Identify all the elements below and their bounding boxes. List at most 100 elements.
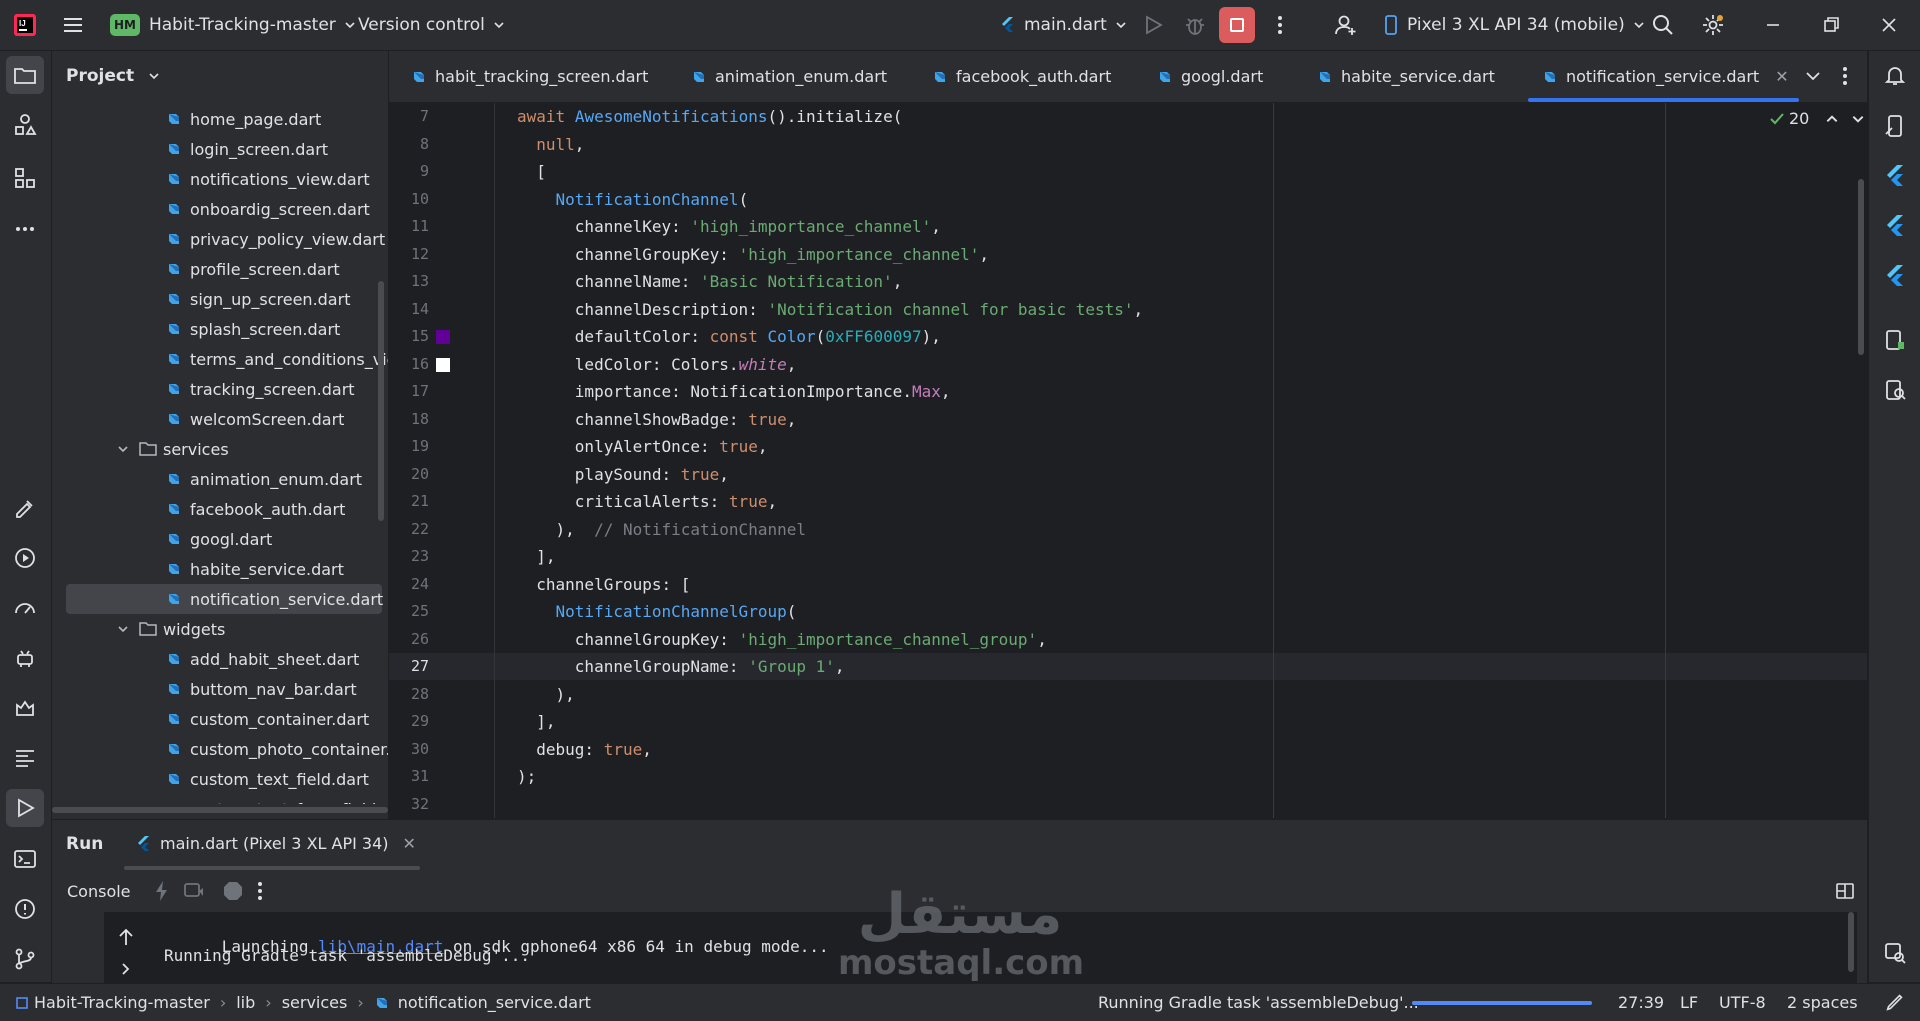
hot-restart-icon[interactable] [182, 879, 206, 903]
layout-split-icon[interactable] [1833, 879, 1857, 903]
run-tool-icon[interactable] [13, 796, 37, 820]
project-horizontal-scrollbar[interactable] [52, 805, 388, 815]
breadcrumb-lib[interactable]: lib [236, 993, 255, 1012]
tree-file[interactable]: facebook_auth.dart [166, 494, 345, 524]
code-line[interactable]: NotificationChannel( [389, 186, 1867, 213]
tree-file[interactable]: animation_enum.dart [166, 464, 362, 494]
code-line[interactable]: channelGroupName: 'Group 1', [389, 653, 1867, 680]
terminal-icon[interactable] [13, 847, 37, 871]
tree-file[interactable]: notifications_view.dart [166, 164, 370, 194]
debug-icon[interactable] [1183, 13, 1207, 37]
code-line[interactable]: onlyAlertOnce: true, [389, 433, 1867, 460]
run-config-selector[interactable]: main.dart [1000, 0, 1127, 50]
editor-tab[interactable]: googl.dart [1157, 51, 1263, 102]
tree-folder[interactable]: services [117, 434, 229, 464]
tree-file[interactable]: add_habit_sheet.dart [166, 644, 359, 674]
code-line[interactable]: ledColor: Colors.white, [389, 351, 1867, 378]
tree-file[interactable]: welcomScreen.dart [166, 404, 344, 434]
code-line[interactable]: ], [389, 543, 1867, 570]
file-encoding[interactable]: UTF-8 [1719, 984, 1766, 1021]
logcat-search-icon[interactable] [1883, 941, 1907, 965]
device-selector[interactable]: Pixel 3 XL API 34 (mobile) [1385, 0, 1645, 50]
version-control-menu[interactable]: Version control [358, 0, 505, 50]
code-line[interactable]: NotificationChannelGroup( [389, 598, 1867, 625]
tree-file[interactable]: login_screen.dart [166, 134, 328, 164]
tree-file[interactable]: notification_service.dart [66, 584, 383, 614]
project-folder-icon[interactable] [13, 63, 37, 87]
restore-window-icon[interactable] [1819, 13, 1843, 37]
tree-file[interactable]: privacy_policy_view.dart [166, 224, 385, 254]
add-user-icon[interactable] [1334, 13, 1358, 37]
tabs-overflow-chevron-icon[interactable] [1801, 64, 1825, 88]
console-scrollbar[interactable] [1848, 912, 1854, 972]
breadcrumb-project[interactable]: Habit-Tracking-master [34, 993, 210, 1012]
tree-file[interactable]: custom_text_field.dart [166, 764, 369, 794]
commit-shapes-icon[interactable] [13, 113, 37, 137]
editor-tab[interactable]: animation_enum.dart [691, 51, 887, 102]
app-logo-icon[interactable]: IJ [13, 13, 37, 37]
tree-file[interactable]: habite_service.dart [166, 554, 344, 584]
code-line[interactable]: channelGroups: [ [389, 571, 1867, 598]
caret-position[interactable]: 27:39 [1618, 984, 1664, 1021]
close-run-tab-icon[interactable]: ✕ [403, 834, 416, 853]
structure-icon[interactable] [13, 166, 37, 190]
close-window-icon[interactable] [1877, 13, 1901, 37]
code-line[interactable]: channelKey: 'high_importance_channel', [389, 213, 1867, 240]
chevron-up-icon[interactable] [1825, 112, 1839, 126]
breadcrumb-file[interactable]: notification_service.dart [398, 993, 591, 1012]
run-session-tab[interactable]: main.dart (Pixel 3 XL API 34) ✕ [136, 834, 416, 853]
more-actions-icon[interactable] [1268, 13, 1292, 37]
project-selector[interactable]: HM Habit-Tracking-master [110, 0, 356, 50]
close-tab-icon[interactable]: ✕ [1775, 67, 1788, 86]
editor-tab[interactable]: habite_service.dart [1317, 51, 1495, 102]
edit-lock-icon[interactable] [1884, 991, 1908, 1015]
editor-scrollbar[interactable] [1858, 179, 1864, 355]
indent-settings[interactable]: 2 spaces [1787, 984, 1858, 1021]
code-line[interactable]: defaultColor: const Color(0xFF600097), [389, 323, 1867, 350]
flutter-inspector-right-icon[interactable] [1883, 213, 1907, 237]
search-icon[interactable] [1651, 13, 1675, 37]
code-line[interactable] [389, 791, 1867, 818]
expand-chevron-icon[interactable] [114, 957, 138, 981]
minimize-window-icon[interactable] [1761, 13, 1785, 37]
line-separator[interactable]: LF [1680, 984, 1698, 1021]
code-line[interactable]: playSound: true, [389, 461, 1867, 488]
device-file-explorer-icon[interactable] [1883, 328, 1907, 352]
console-tab[interactable]: Console [67, 882, 131, 901]
hot-reload-icon[interactable] [150, 879, 174, 903]
run-icon[interactable] [1141, 13, 1165, 37]
chevron-down-icon[interactable] [117, 623, 129, 635]
color-swatch[interactable] [436, 330, 450, 344]
chevron-down-icon[interactable] [1851, 112, 1865, 126]
android-robot-icon[interactable] [13, 646, 37, 670]
background-task-label[interactable]: Running Gradle task 'assembleDebug'... [1098, 984, 1419, 1021]
device-manager-icon[interactable] [1883, 114, 1907, 138]
code-line[interactable]: channelShowBadge: true, [389, 406, 1867, 433]
notifications-bell-icon[interactable] [1883, 63, 1907, 87]
code-line[interactable]: channelGroupKey: 'high_importance_channe… [389, 241, 1867, 268]
editor-tab[interactable]: notification_service.dart ✕ [1528, 51, 1799, 102]
editor-gutter[interactable]: 7 8 9 10 11 12 13 14 15 16 17 18 19 20 21 22 23 24 25 26 27 2… [389, 103, 473, 818]
code-editor[interactable]: await AwesomeNotifications().initialize(… [389, 103, 1867, 818]
tree-folder[interactable]: widgets [117, 614, 225, 644]
editor-tab[interactable]: habit_tracking_screen.dart [411, 51, 648, 102]
stop-button[interactable] [1219, 7, 1255, 43]
code-line[interactable]: await AwesomeNotifications().initialize( [389, 103, 1867, 130]
tree-file[interactable]: terms_and_conditions_view [166, 344, 388, 374]
tree-file[interactable]: tracking_screen.dart [166, 374, 355, 404]
tree-file[interactable]: sign_up_screen.dart [166, 284, 350, 314]
tree-file[interactable]: profile_screen.dart [166, 254, 340, 284]
app-inspection-icon[interactable] [1883, 378, 1907, 402]
chevron-down-icon[interactable] [117, 443, 129, 455]
tree-file[interactable]: custom_container.dart [166, 704, 369, 734]
main-menu-icon[interactable] [61, 13, 85, 37]
git-branch-icon[interactable] [13, 947, 37, 971]
settings-gear-icon[interactable] [1701, 13, 1725, 37]
code-line[interactable]: channelName: 'Basic Notification', [389, 268, 1867, 295]
flutter-outline-icon[interactable] [1883, 163, 1907, 187]
todo-list-icon[interactable] [13, 746, 37, 770]
tree-file[interactable]: buttom_nav_bar.dart [166, 674, 357, 704]
code-line[interactable]: importance: NotificationImportance.Max, [389, 378, 1867, 405]
code-line[interactable]: criticalAlerts: true, [389, 488, 1867, 515]
tree-file[interactable]: home_page.dart [166, 104, 321, 134]
